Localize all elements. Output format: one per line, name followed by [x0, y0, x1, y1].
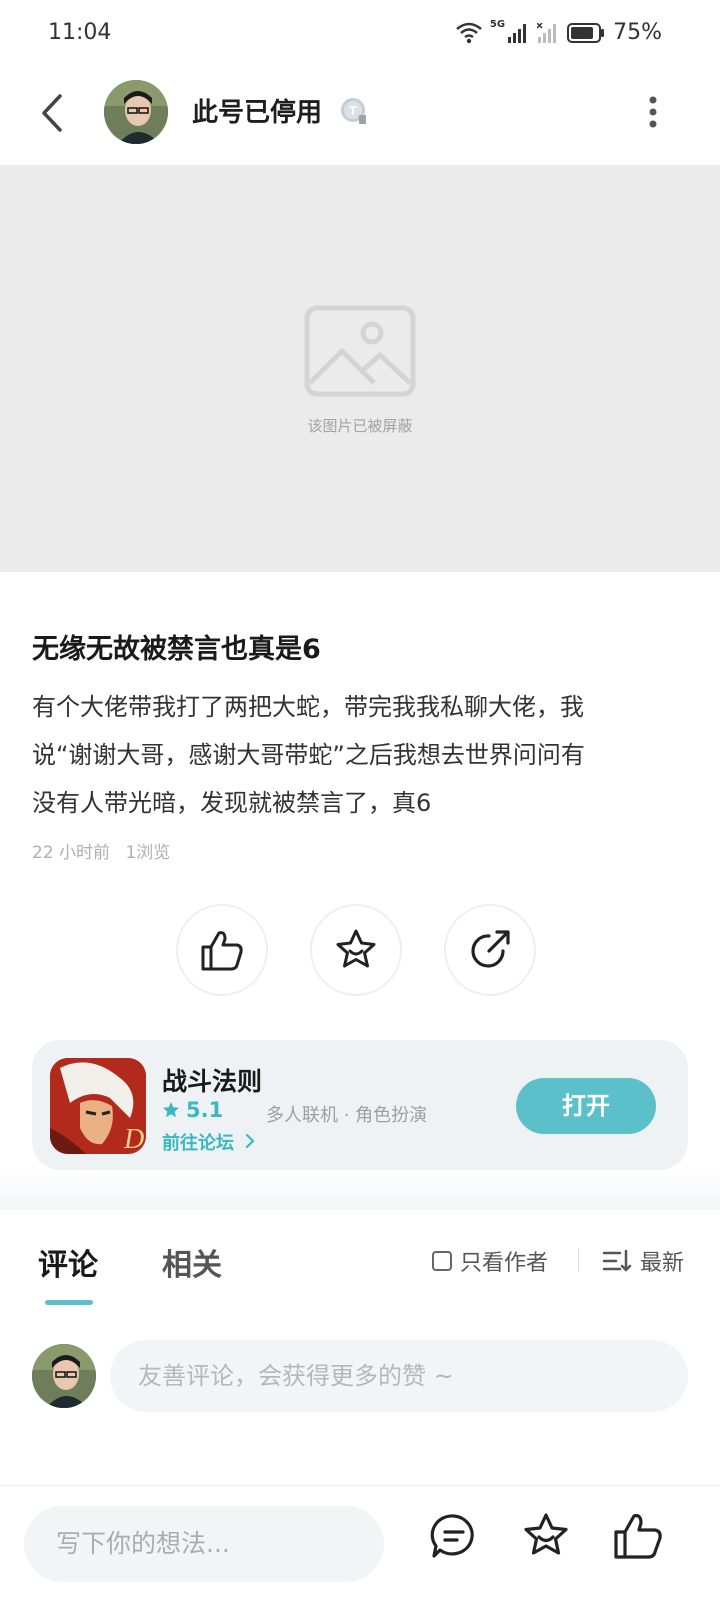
like-button[interactable] [176, 904, 268, 996]
game-card[interactable]: D 战斗法则 5.1 多人联机 · 角色扮演 前往论坛 打开 [32, 1040, 688, 1170]
game-name: 战斗法则 [162, 1067, 263, 1096]
chevron-right-icon [246, 1133, 255, 1149]
open-game-button[interactable]: 打开 [516, 1078, 656, 1134]
star-icon[interactable] [520, 1510, 572, 1562]
image-blocked-caption: 该图片已被屏蔽 [307, 417, 413, 435]
share-icon [471, 930, 510, 968]
battery-icon [567, 22, 605, 43]
post-views: 1浏览 [125, 843, 171, 863]
more-vertical-icon[interactable] [646, 94, 660, 130]
post-meta: 22 小时前 1浏览 [32, 838, 170, 863]
post-body-line: 没有人带光暗，发现就被禁言了，真6 [32, 789, 432, 817]
wifi-icon [456, 22, 482, 43]
bottom-bar: 写下你的想法... [0, 1485, 720, 1600]
sort-button[interactable]: 最新 [602, 1245, 684, 1277]
author-name: 此号已停用 [192, 98, 323, 128]
sort-icon [602, 1249, 632, 1272]
status-bar: 11:04 5G 75% [0, 0, 720, 70]
post-title: 无缘无故被禁言也真是6 [32, 634, 321, 665]
forum-link-label: 前往论坛 [162, 1133, 234, 1154]
tab-comments[interactable]: 评论 [38, 1240, 98, 1284]
signal-no-service-icon [537, 22, 557, 43]
thumbs-up-icon [201, 931, 243, 971]
post-body-line: 有个大佬带我打了两把大蛇，带完我我私聊大佬，我 [32, 693, 584, 721]
comment-icon[interactable] [428, 1510, 480, 1562]
author-avatar[interactable] [104, 80, 168, 144]
svg-text:D: D [123, 1124, 144, 1154]
post-time: 22 小时前 [32, 843, 111, 863]
signal-icon [508, 23, 527, 43]
network-label: 5G [489, 19, 506, 30]
post-image[interactable]: 该图片已被屏蔽 [0, 165, 720, 572]
checkbox-icon [432, 1251, 452, 1271]
back-arrow-icon[interactable] [36, 88, 72, 138]
favorite-button[interactable] [310, 904, 402, 996]
post-body: 有个大佬带我打了两把大蛇，带完我我私聊大佬，我 说“谢谢大哥，感谢大哥带蛇”之后… [32, 683, 692, 827]
rating-star-icon [163, 1102, 179, 1118]
tab-indicator [45, 1300, 93, 1305]
game-rating: 5.1 [162, 1098, 223, 1122]
game-icon: D [50, 1058, 146, 1154]
share-button[interactable] [444, 904, 536, 996]
filter-divider [578, 1248, 579, 1272]
tab-related[interactable]: 相关 [162, 1240, 222, 1284]
thought-input[interactable]: 写下你的想法... [24, 1506, 384, 1582]
forum-link[interactable]: 前往论坛 [162, 1129, 256, 1155]
section-divider [0, 1170, 720, 1210]
sort-label: 最新 [640, 1251, 685, 1276]
star-icon [336, 929, 376, 968]
post-body-line: 说“谢谢大哥，感谢大哥带蛇”之后我想去世界问问有 [32, 741, 585, 769]
game-tags: 多人联机 · 角色扮演 [266, 1105, 428, 1126]
level-badge-label: T [349, 103, 357, 118]
header: 此号已停用 T [0, 70, 720, 165]
status-icons: 5G 75% [456, 19, 662, 45]
image-placeholder-icon [304, 305, 416, 397]
my-avatar [32, 1344, 96, 1408]
thumbs-up-icon[interactable] [612, 1510, 664, 1562]
battery-percent: 75% [613, 20, 662, 45]
level-badge-icon: T [341, 98, 366, 124]
only-author-toggle[interactable]: 只看作者 [432, 1245, 548, 1277]
only-author-label: 只看作者 [460, 1251, 549, 1276]
game-rating-value: 5.1 [186, 1098, 224, 1122]
comment-input[interactable]: 友善评论，会获得更多的赞 ~ [110, 1340, 688, 1412]
status-time: 11:04 [48, 20, 112, 45]
